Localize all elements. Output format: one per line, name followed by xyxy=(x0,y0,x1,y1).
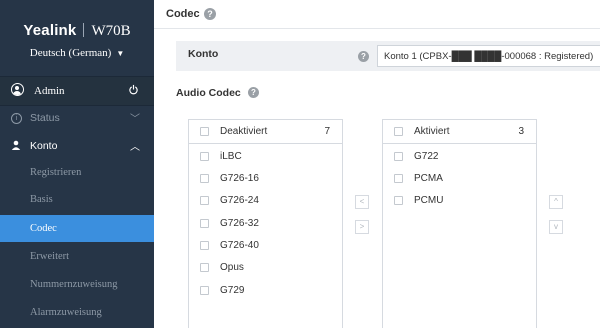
item-checkbox[interactable] xyxy=(200,219,209,228)
account-row: Konto ? Konto 1 (CPBX-███ ████-000068 : … xyxy=(176,41,600,71)
list-item[interactable]: iLBC xyxy=(189,146,342,168)
audio-codec-title: Audio Codec xyxy=(176,87,241,99)
caret-down-icon: ▼ xyxy=(116,49,125,58)
item-checkbox[interactable] xyxy=(200,196,209,205)
sidebar-subitem-alarmzuweisung[interactable]: Alarmzuweisung xyxy=(0,299,154,326)
help-icon[interactable]: ? xyxy=(358,51,369,62)
list-item[interactable]: G726-32 xyxy=(189,213,342,235)
list-item[interactable]: G722 xyxy=(383,146,536,168)
help-icon[interactable]: ? xyxy=(248,87,259,98)
list-item[interactable]: G729 xyxy=(189,280,342,302)
brand-separator xyxy=(83,23,85,37)
page-header: Codec ? xyxy=(154,0,600,29)
list-item[interactable]: G726-16 xyxy=(189,168,342,190)
select-all-checkbox[interactable] xyxy=(200,127,209,136)
item-checkbox[interactable] xyxy=(394,174,403,183)
info-icon: i xyxy=(11,113,22,124)
list-count: 7 xyxy=(324,126,330,137)
user-icon xyxy=(11,83,24,96)
list-item[interactable]: PCMA xyxy=(383,168,536,190)
item-checkbox[interactable] xyxy=(394,152,403,161)
item-checkbox[interactable] xyxy=(200,263,209,272)
language-label: Deutsch (German) xyxy=(29,47,112,59)
item-checkbox[interactable] xyxy=(200,286,209,295)
sidebar-item-label: Konto xyxy=(30,140,58,152)
move-down-button[interactable]: v xyxy=(549,220,563,234)
sidebar: Yealink W70B Deutsch (German) ▼ Admin i St… xyxy=(0,0,154,328)
sidebar-item-konto[interactable]: Konto ︿ xyxy=(0,132,154,159)
list-item[interactable]: G726-40 xyxy=(189,235,342,257)
sidebar-subitem-codec[interactable]: Codec xyxy=(0,215,154,242)
user-name: Admin xyxy=(34,85,65,97)
list-title: Deaktiviert xyxy=(220,126,268,137)
user-row: Admin xyxy=(0,76,154,106)
list-item[interactable]: PCMU xyxy=(383,190,536,212)
brand-name: Yealink xyxy=(23,22,77,39)
move-up-button[interactable]: ^ xyxy=(549,195,563,209)
person-icon xyxy=(11,140,21,150)
power-icon[interactable] xyxy=(128,84,139,95)
list-item[interactable]: G726-24 xyxy=(189,190,342,212)
item-checkbox[interactable] xyxy=(394,196,403,205)
sidebar-subitem-nummernzuweisung[interactable]: Nummernzuweisung xyxy=(0,271,154,298)
sidebar-subitem-basis[interactable]: Basis xyxy=(0,186,154,213)
move-left-button[interactable]: < xyxy=(355,195,369,209)
language-selector[interactable]: Deutsch (German) ▼ xyxy=(0,47,154,59)
list-title: Aktiviert xyxy=(414,126,450,137)
sidebar-item-label: Status xyxy=(30,112,60,124)
main-content: Konto ? Konto 1 (CPBX-███ ████-000068 : … xyxy=(154,29,600,328)
sidebar-subitem-erweitert[interactable]: Erweitert xyxy=(0,243,154,270)
disabled-codec-list: Deaktiviert 7 iLBC G726-16 G726-24 G726-… xyxy=(188,119,343,328)
chevron-down-icon: ﹀ xyxy=(130,114,140,125)
sidebar-subitem-registrieren[interactable]: Registrieren xyxy=(0,159,154,186)
account-label: Konto xyxy=(188,48,219,60)
list-item[interactable]: Opus xyxy=(189,257,342,279)
page-title: Codec xyxy=(166,8,200,20)
sidebar-item-status[interactable]: i Status ﹀ xyxy=(0,104,154,131)
item-checkbox[interactable] xyxy=(200,241,209,250)
list-count: 3 xyxy=(518,126,524,137)
list-header: Deaktiviert 7 xyxy=(189,120,342,144)
select-all-checkbox[interactable] xyxy=(394,127,403,136)
item-checkbox[interactable] xyxy=(200,152,209,161)
help-icon[interactable]: ? xyxy=(204,8,216,20)
move-right-button[interactable]: > xyxy=(355,220,369,234)
device-model: W70B xyxy=(91,23,131,39)
item-checkbox[interactable] xyxy=(200,174,209,183)
enabled-codec-list: Aktiviert 3 G722 PCMA PCMU xyxy=(382,119,537,328)
account-select[interactable]: Konto 1 (CPBX-███ ████-000068 : Register… xyxy=(377,45,600,67)
chevron-up-icon: ︿ xyxy=(130,142,140,153)
brand-logo: Yealink W70B xyxy=(0,22,154,40)
list-header: Aktiviert 3 xyxy=(383,120,536,144)
